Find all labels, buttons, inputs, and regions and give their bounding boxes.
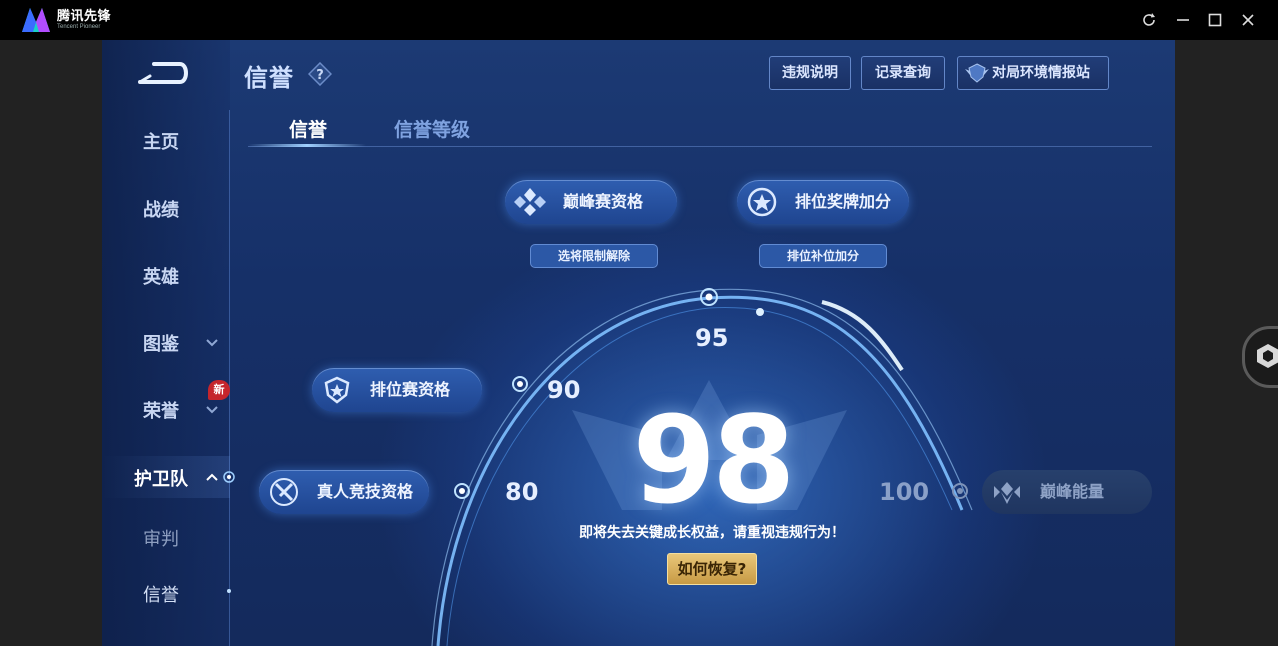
chevron-up-icon: [206, 473, 218, 481]
left-letterbox: [0, 40, 102, 646]
peak-emblem-icon: [514, 188, 546, 216]
rank-medal-badge[interactable]: 排位奖牌加分: [737, 180, 909, 224]
hexagon-icon: [1257, 344, 1278, 368]
nav-item-home[interactable]: 主页: [102, 128, 220, 154]
record-query-button[interactable]: 记录查询: [861, 56, 945, 90]
help-question-icon[interactable]: ?: [308, 62, 332, 86]
medal-star-icon: [747, 187, 777, 217]
minimize-icon[interactable]: [1175, 12, 1191, 28]
env-station-button[interactable]: 对局环境情报站: [957, 56, 1109, 90]
scale-80: 80: [505, 478, 539, 506]
violation-info-button[interactable]: 违规说明: [769, 56, 851, 90]
scale-90: 90: [547, 376, 581, 404]
rank-medal-label: 排位奖牌加分: [795, 192, 892, 211]
peak-qualify-label: 巅峰赛资格: [563, 192, 644, 211]
app-name-en: Tencent Pioneer: [57, 24, 101, 30]
warning-message: 即将失去关键成长权益，请重视违规行为！: [579, 525, 845, 541]
rank-qualify-label: 排位赛资格: [370, 380, 451, 399]
peak-energy-icon: [994, 482, 1020, 504]
rail-node-icon: [223, 471, 235, 483]
rail-dot: [227, 589, 231, 593]
chevron-down-icon: [206, 406, 218, 414]
rank-qualify-badge[interactable]: 排位赛资格: [312, 368, 482, 412]
tab-divider: [248, 146, 1152, 147]
svg-text:?: ?: [316, 68, 324, 83]
nav-divider: [229, 110, 230, 646]
violation-info-label: 违规说明: [782, 65, 838, 81]
real-player-badge[interactable]: 真人竞技资格: [259, 470, 429, 514]
record-query-label: 记录查询: [875, 65, 931, 81]
nav-item-honor[interactable]: 荣誉: [102, 397, 220, 423]
how-to-recover-button[interactable]: 如何恢复?: [667, 553, 757, 585]
scale-100: 100: [879, 478, 930, 506]
peak-energy-badge[interactable]: 巅峰能量: [982, 470, 1152, 514]
page-title: 信誉: [244, 64, 294, 92]
close-icon[interactable]: [1240, 12, 1256, 28]
maximize-icon[interactable]: [1207, 12, 1223, 28]
game-screen: 信誉 ? 违规说明 记录查询 对局环境情报站 主页 战绩 英雄 图鉴 荣誉 新 …: [102, 40, 1175, 646]
rank-shield-icon: [324, 376, 350, 404]
tencent-pioneer-logo-icon: [22, 8, 50, 32]
peak-energy-label: 巅峰能量: [1040, 482, 1105, 501]
tab-credit[interactable]: 信誉: [289, 115, 327, 142]
real-player-label: 真人竞技资格: [317, 482, 414, 501]
chevron-down-icon: [206, 339, 218, 347]
nav-item-judgement[interactable]: 审判: [102, 525, 220, 551]
shield-wings-icon: [965, 63, 989, 83]
rank-fill-tag: 排位补位加分: [759, 244, 887, 268]
nav-item-guard-team[interactable]: 护卫队: [102, 465, 220, 491]
emulator-title-bar: 腾讯先锋 Tencent Pioneer: [0, 0, 1278, 40]
tab-credit-level[interactable]: 信誉等级: [394, 115, 470, 142]
nav-item-record[interactable]: 战绩: [102, 196, 220, 222]
app-name: 腾讯先锋: [57, 9, 112, 24]
swords-icon: [270, 478, 298, 506]
tab-active-indicator: [248, 144, 366, 147]
refresh-icon[interactable]: [1141, 12, 1157, 28]
nav-item-atlas[interactable]: 图鉴: [102, 330, 220, 356]
scale-95: 95: [695, 324, 729, 352]
peak-qualify-badge[interactable]: 巅峰赛资格: [505, 180, 677, 224]
peak-unlock-tag: 选将限制解除: [530, 244, 658, 268]
credit-arc-graphic: [431, 288, 973, 646]
nav-item-heroes[interactable]: 英雄: [102, 263, 220, 289]
new-badge: 新: [208, 380, 230, 400]
credit-score: 98: [632, 392, 796, 531]
env-station-label: 对局环境情报站: [992, 65, 1090, 81]
nav-item-credit[interactable]: 信誉: [102, 581, 220, 607]
back-arrow-icon[interactable]: [136, 58, 192, 88]
